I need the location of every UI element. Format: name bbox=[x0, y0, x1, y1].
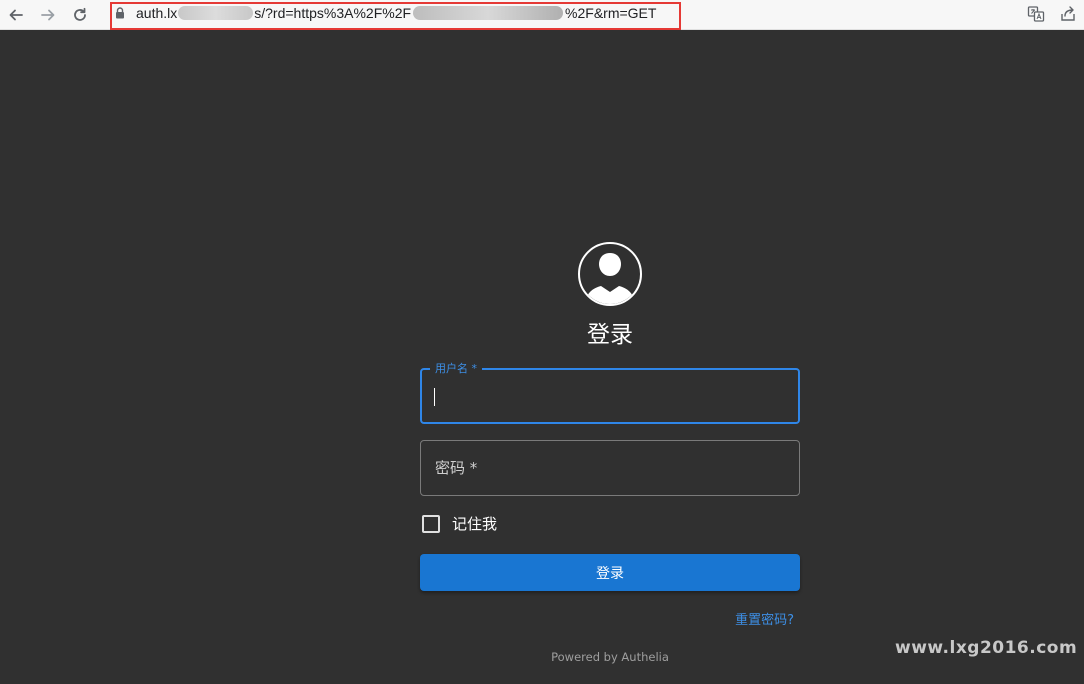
user-avatar-icon bbox=[578, 242, 642, 306]
lock-icon bbox=[116, 7, 124, 19]
url-suffix: %2F&rm=GET bbox=[565, 5, 657, 21]
reload-icon bbox=[74, 7, 86, 21]
arrow-right-icon bbox=[41, 9, 55, 21]
reset-password-link[interactable]: 重置密码? bbox=[700, 612, 794, 630]
url-prefix: auth.lx bbox=[136, 5, 178, 21]
share-icon bbox=[1061, 6, 1075, 21]
remember-me-checkbox[interactable] bbox=[422, 515, 440, 533]
arrow-left-icon bbox=[9, 9, 23, 21]
browser-toolbar: auth.lx s/?rd=https%3A%2F%2F %2F&rm=GET bbox=[0, 0, 1084, 30]
url-redaction bbox=[178, 6, 254, 20]
username-field[interactable]: 用户名 * bbox=[420, 361, 800, 424]
back-button[interactable] bbox=[4, 3, 28, 27]
forward-button[interactable] bbox=[36, 3, 60, 27]
remember-me-label: 记住我 bbox=[452, 515, 498, 533]
address-bar[interactable]: auth.lx s/?rd=https%3A%2F%2F %2F&rm=GET bbox=[136, 4, 656, 22]
url-middle: s/?rd=https%3A%2F%2F bbox=[254, 5, 412, 21]
page-title: 登录 bbox=[587, 322, 633, 348]
remember-me-option[interactable]: 记住我 bbox=[420, 513, 497, 535]
share-button[interactable] bbox=[1059, 5, 1077, 23]
text-caret bbox=[434, 388, 435, 406]
username-label: 用户名 * bbox=[430, 361, 482, 377]
password-field[interactable]: 密码 * bbox=[420, 440, 800, 496]
password-placeholder: 密码 * bbox=[435, 459, 478, 477]
reload-button[interactable] bbox=[68, 3, 92, 27]
translate-icon bbox=[1027, 6, 1045, 22]
powered-by-footer: Powered by Authelia bbox=[551, 650, 669, 664]
login-button[interactable]: 登录 bbox=[420, 554, 800, 591]
watermark: www.lxg2016.com bbox=[895, 638, 1078, 658]
url-redaction bbox=[413, 6, 564, 20]
translate-button[interactable] bbox=[1027, 5, 1045, 23]
